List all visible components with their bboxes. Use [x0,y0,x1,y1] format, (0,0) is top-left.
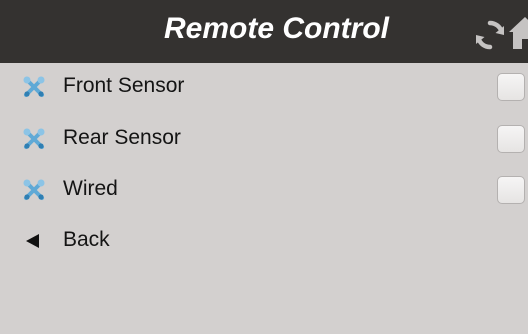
back-arrow-icon [26,234,39,248]
wired-checkbox[interactable] [497,176,525,204]
tools-icon [23,76,45,97]
option-rear-sensor[interactable]: Rear Sensor [0,114,528,164]
tools-icon [23,128,45,149]
option-front-sensor[interactable]: Front Sensor [0,62,528,112]
rear-sensor-checkbox[interactable] [497,125,525,153]
back-button[interactable]: Back [0,216,200,266]
option-label: Rear Sensor [63,126,181,149]
option-wired[interactable]: Wired [0,165,528,215]
refresh-icon[interactable] [473,18,507,52]
option-label: Wired [63,177,118,200]
back-label: Back [63,228,110,251]
page-title: Remote Control [164,12,389,45]
header-bar: Remote Control [0,0,528,63]
front-sensor-checkbox[interactable] [497,73,525,101]
option-label: Front Sensor [63,74,185,97]
tools-icon [23,179,45,200]
home-icon[interactable] [508,15,528,51]
